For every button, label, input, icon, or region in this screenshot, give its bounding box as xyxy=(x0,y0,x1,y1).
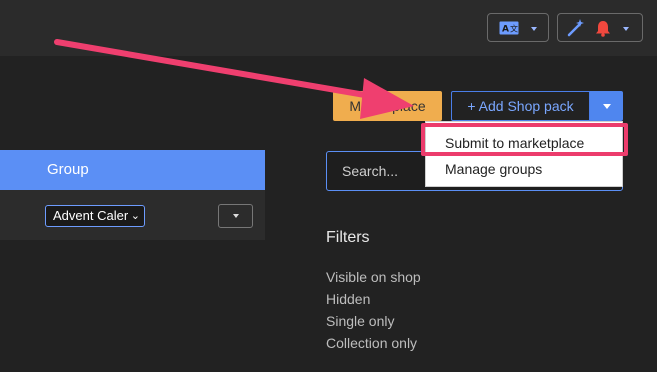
annotation-arrow xyxy=(54,39,414,119)
